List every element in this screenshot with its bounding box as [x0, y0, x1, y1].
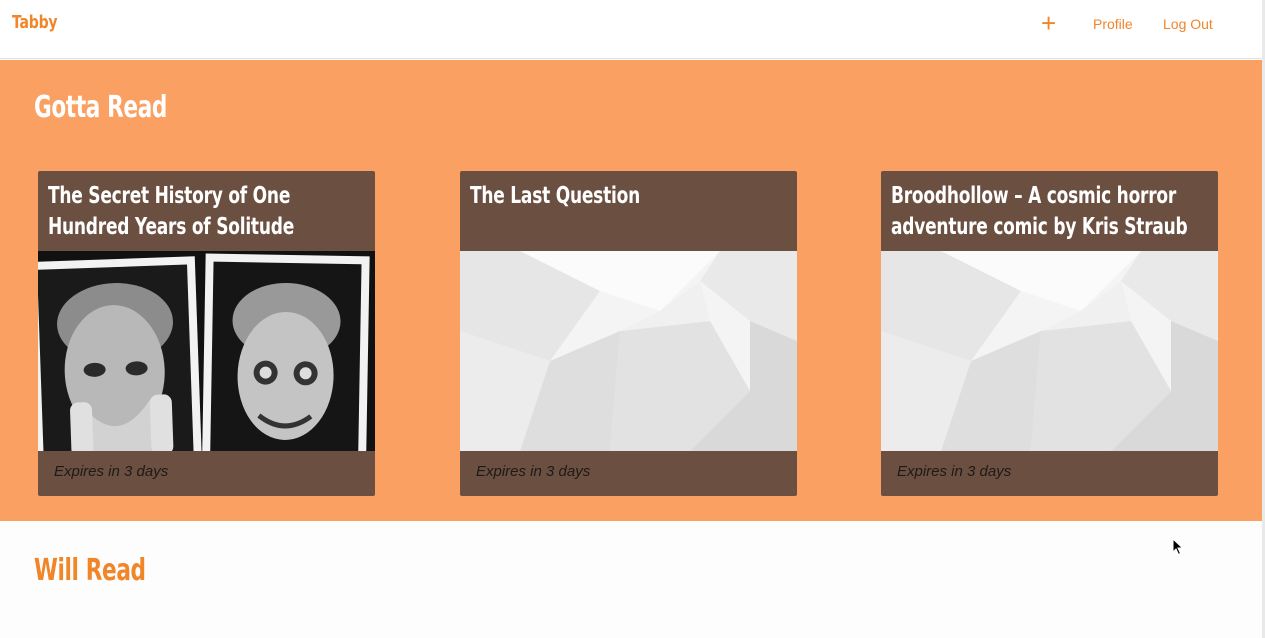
mouse-cursor-icon [1172, 537, 1184, 561]
card-image-portraits [38, 251, 375, 451]
card-image-placeholder [881, 251, 1218, 451]
gotta-read-heading: Gotta Read [34, 90, 168, 125]
card-expiry: Expires in 3 days [476, 463, 591, 480]
card-expiry: Expires in 3 days [897, 463, 1012, 480]
reading-card[interactable]: Broodhollow – A cosmic horror adventure … [881, 171, 1218, 496]
add-button[interactable]: + [1041, 10, 1056, 36]
gotta-read-section: Gotta Read The Secret History of One Hun… [0, 60, 1262, 521]
card-expiry: Expires in 3 days [54, 463, 169, 480]
will-read-heading: Will Read [34, 553, 146, 588]
reading-card[interactable]: The Last Question Expires in 3 days [460, 171, 797, 496]
reading-card[interactable]: The Secret History of One Hundred Years … [38, 171, 375, 496]
card-title: Broodhollow – A cosmic horror adventure … [891, 183, 1188, 240]
card-title: The Secret History of One Hundred Years … [48, 183, 295, 240]
card-title: The Last Question [470, 183, 640, 209]
card-image-placeholder [460, 251, 797, 451]
logout-link[interactable]: Log Out [1163, 16, 1213, 32]
top-navbar: Tabby + Profile Log Out [0, 0, 1262, 59]
brand-logo[interactable]: Tabby [12, 12, 58, 33]
profile-link[interactable]: Profile [1093, 16, 1133, 32]
